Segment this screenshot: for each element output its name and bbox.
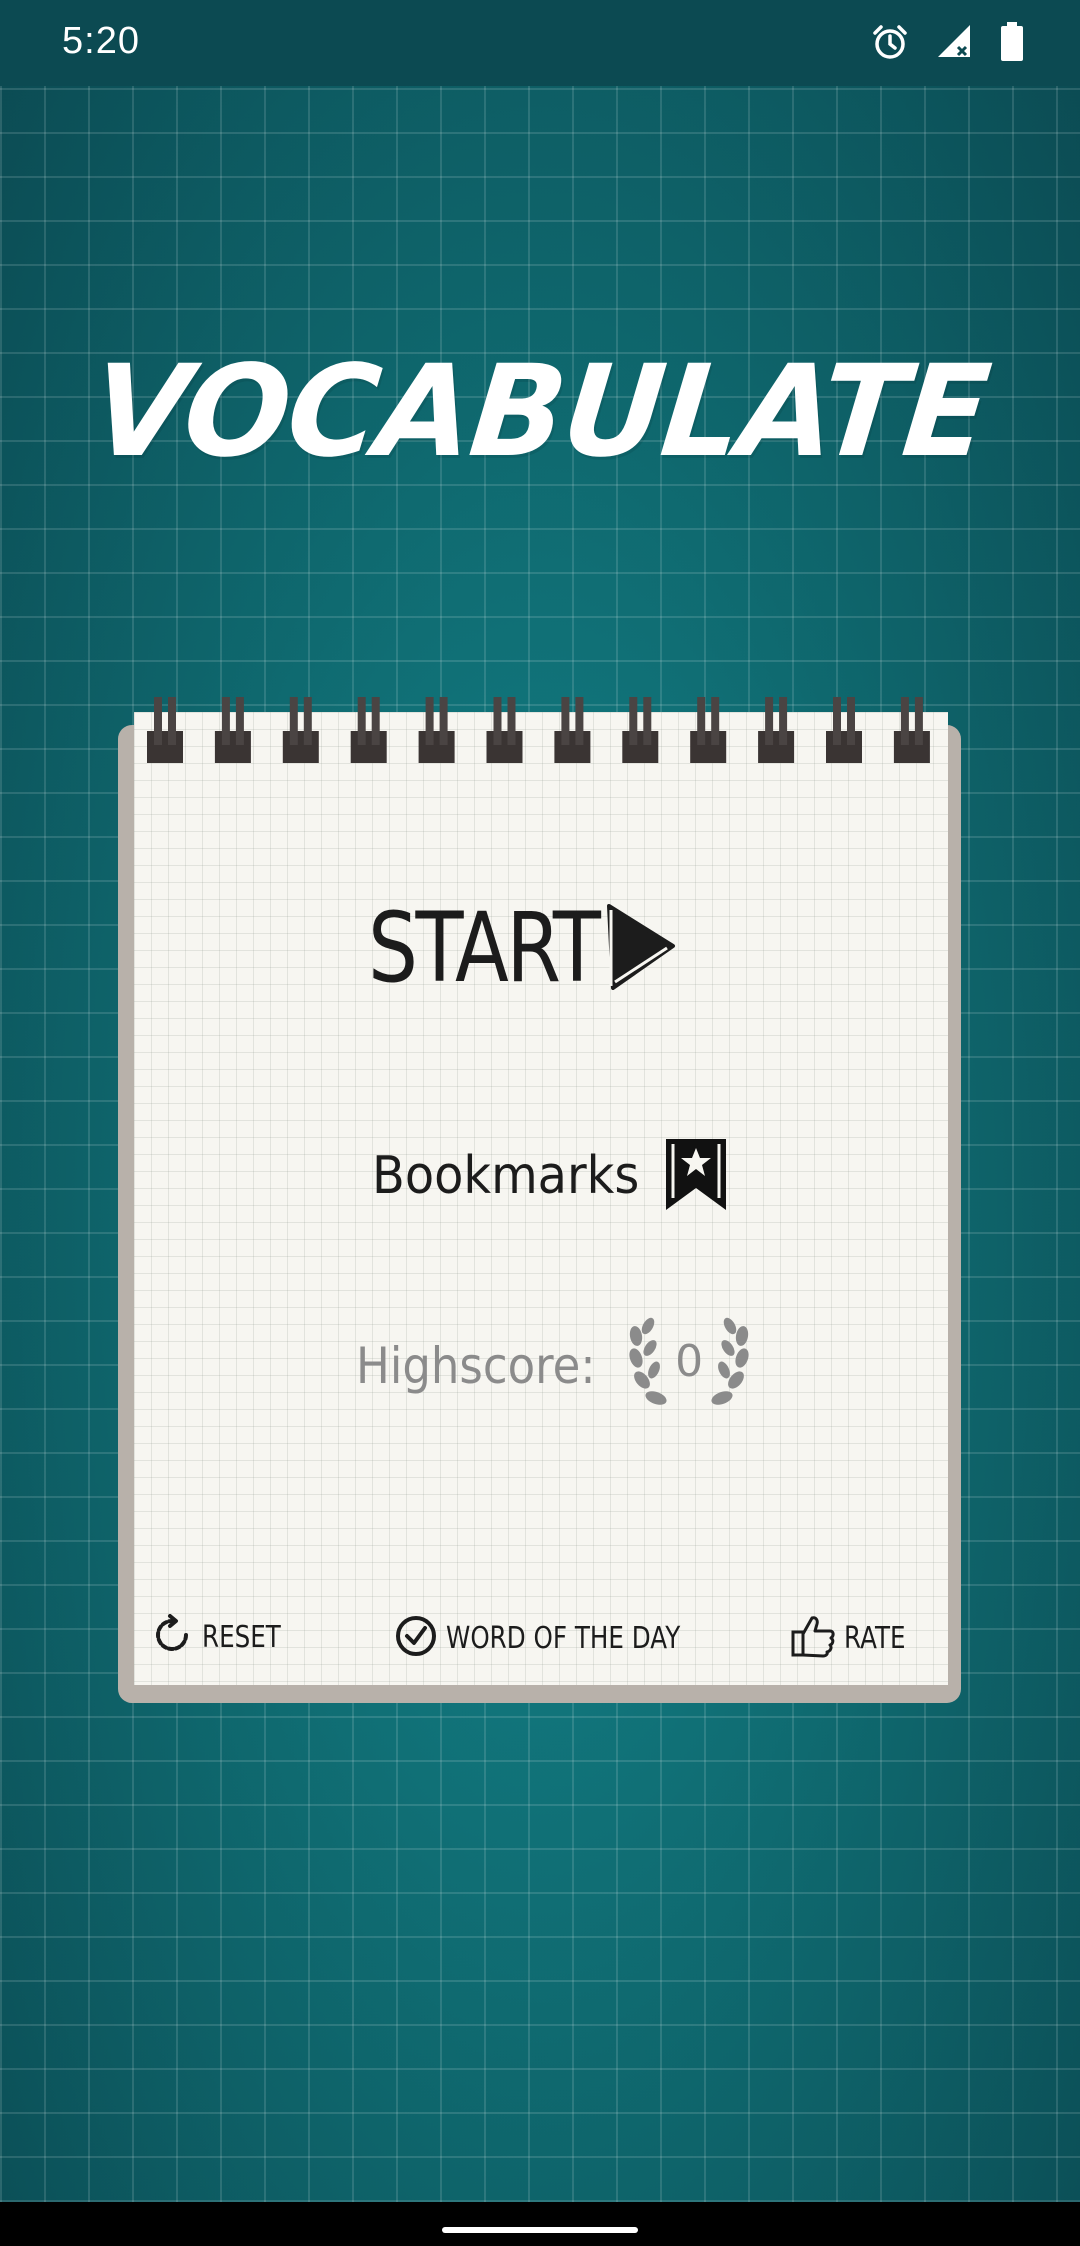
play-icon bbox=[605, 902, 677, 994]
word-of-the-day-button[interactable]: WORD OF THE DAY bbox=[394, 1614, 732, 1662]
word-of-the-day-label: WORD OF THE DAY bbox=[446, 1620, 681, 1656]
navigation-bar bbox=[0, 2202, 1080, 2246]
binder-ring bbox=[350, 697, 387, 763]
status-time: 5:20 bbox=[62, 20, 140, 62]
home-handle[interactable] bbox=[442, 2227, 638, 2233]
rate-button[interactable]: RATE bbox=[790, 1614, 919, 1662]
binder-ring bbox=[147, 697, 183, 763]
binder-ring bbox=[486, 697, 523, 763]
binder-ring bbox=[418, 697, 455, 763]
binder-ring bbox=[214, 697, 251, 763]
app-title: VOCABULATE bbox=[85, 338, 995, 486]
signal-icon bbox=[936, 23, 974, 65]
binder-ring bbox=[758, 697, 795, 763]
bookmarks-label: Bookmarks bbox=[372, 1146, 640, 1206]
reset-label: RESET bbox=[202, 1619, 281, 1655]
highscore-label: Highscore: bbox=[356, 1337, 596, 1395]
bookmark-star-icon bbox=[663, 1136, 729, 1216]
status-bar: 5:20 bbox=[0, 0, 1080, 86]
binder-ring bbox=[282, 697, 319, 763]
notebook-rings bbox=[147, 697, 930, 763]
battery-icon bbox=[1000, 22, 1024, 66]
binder-ring bbox=[690, 697, 727, 763]
highscore-badge: 0 bbox=[626, 1316, 752, 1416]
rate-label: RATE bbox=[844, 1620, 906, 1656]
highscore-value: 0 bbox=[675, 1336, 704, 1387]
bookmarks-button[interactable]: Bookmarks bbox=[372, 1136, 729, 1216]
thumbs-up-icon bbox=[790, 1614, 836, 1662]
reset-icon bbox=[152, 1614, 194, 1660]
binder-ring bbox=[554, 697, 591, 763]
start-button[interactable]: START bbox=[368, 892, 677, 1004]
status-icons bbox=[870, 22, 1024, 66]
reset-button[interactable]: RESET bbox=[152, 1614, 298, 1660]
highscore: Highscore: 0 bbox=[356, 1316, 752, 1416]
binder-ring bbox=[622, 697, 659, 763]
start-label: START bbox=[368, 892, 601, 1004]
binder-ring bbox=[826, 697, 862, 763]
alarm-icon bbox=[870, 22, 910, 66]
check-circle-icon bbox=[394, 1614, 438, 1662]
binder-ring bbox=[893, 697, 930, 763]
